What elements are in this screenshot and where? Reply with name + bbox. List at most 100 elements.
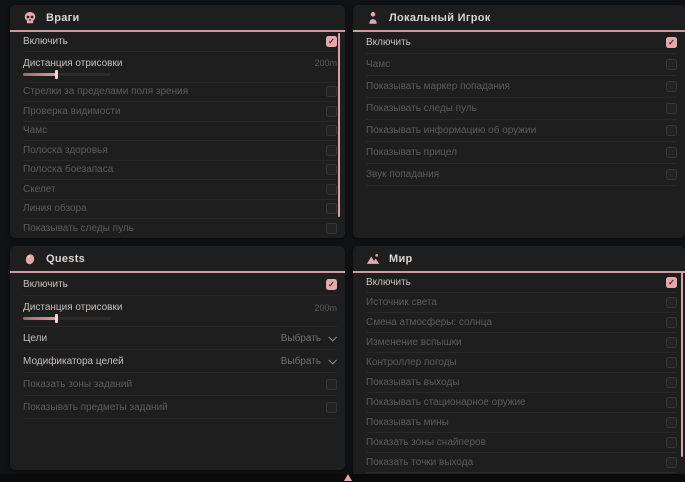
checkbox[interactable]: ✓ xyxy=(326,36,337,47)
panel-quests-header: Quests xyxy=(10,246,345,273)
scrollbar[interactable] xyxy=(681,272,684,457)
checkbox[interactable]: ✓ xyxy=(326,279,337,290)
checkbox[interactable] xyxy=(326,106,337,117)
checkbox[interactable] xyxy=(666,417,677,428)
slider-handle[interactable] xyxy=(55,70,58,79)
setting-row-toggle[interactable]: Полоска боезапаса xyxy=(23,161,337,181)
setting-label: Полоска боезапаса xyxy=(23,164,113,175)
setting-label: Дистанция отрисовки xyxy=(23,302,122,313)
settings-list: Включить ✓ Чамс Показывать маркер попадания… xyxy=(353,32,685,186)
panel-enemies: Враги Включить✓Дистанция отрисовки200m Ст… xyxy=(10,5,345,238)
setting-row-toggle[interactable]: Показать точки выхода xyxy=(366,453,677,473)
setting-row-toggle[interactable]: Линия обзора xyxy=(23,200,337,220)
setting-row-toggle[interactable]: Включить✓ xyxy=(23,32,337,52)
setting-row-toggle[interactable]: Показывать стационарное оружие xyxy=(366,393,677,413)
setting-row-toggle[interactable]: Звук попадания xyxy=(366,164,677,186)
setting-row-toggle[interactable]: Чамс xyxy=(23,122,337,142)
panel-local-player: Локальный Игрок Включить ✓ Чамс Показывать … xyxy=(353,5,685,238)
setting-row-toggle[interactable]: Проверка видимости xyxy=(23,102,337,122)
setting-row-toggle[interactable]: Показать зоны заданий xyxy=(23,373,337,396)
checkbox[interactable] xyxy=(666,457,677,468)
setting-row-toggle[interactable]: Показывать прицел xyxy=(366,142,677,164)
checkbox[interactable] xyxy=(666,317,677,328)
panel-title: Локальный Игрок xyxy=(389,12,491,24)
panel-title: Quests xyxy=(46,253,85,265)
chevron-down-icon xyxy=(328,356,336,364)
setting-row-toggle[interactable]: Включить✓ xyxy=(23,273,337,296)
slider-fill xyxy=(23,73,56,76)
setting-row-toggle[interactable]: Показывать выходы xyxy=(366,373,677,393)
setting-row-toggle[interactable]: Показывать предметы заданий xyxy=(23,396,337,419)
quest-icon xyxy=(23,252,37,266)
checkbox[interactable] xyxy=(326,164,337,175)
setting-row-slider[interactable]: Дистанция отрисовки200m xyxy=(23,296,337,327)
setting-row-toggle[interactable]: Стрелки за пределами поля зрения xyxy=(23,83,337,103)
checkbox[interactable] xyxy=(326,223,337,234)
checkbox[interactable] xyxy=(666,103,677,114)
slider[interactable] xyxy=(23,317,111,320)
setting-label: Чамс xyxy=(366,59,390,70)
slider-handle[interactable] xyxy=(55,314,58,323)
checkbox[interactable] xyxy=(666,147,677,158)
checkbox[interactable] xyxy=(666,81,677,92)
checkbox[interactable] xyxy=(666,297,677,308)
setting-row-toggle[interactable]: Показывать следы пуль xyxy=(366,98,677,120)
panel-world: Мир Включить✓Источник светаСмена атмосфе… xyxy=(353,246,685,482)
checkbox[interactable]: ✓ xyxy=(666,37,677,48)
setting-label: Показывать мины xyxy=(366,417,449,428)
panel-title: Враги xyxy=(46,12,80,24)
setting-label: Показывать прицел xyxy=(366,147,457,158)
checkbox[interactable] xyxy=(666,437,677,448)
setting-label: Включить xyxy=(366,277,411,288)
setting-row-dropdown[interactable]: Цели Выбрать xyxy=(23,327,337,350)
dropdown[interactable]: Выбрать xyxy=(281,333,337,344)
slider-fill xyxy=(23,317,56,320)
setting-label: Показывать предметы заданий xyxy=(23,402,168,413)
setting-row-toggle[interactable]: Показать зоны снайперов xyxy=(366,433,677,453)
setting-label: Показать зоны заданий xyxy=(23,379,132,390)
setting-row-toggle[interactable]: Показывать мины xyxy=(366,413,677,433)
setting-row-slider[interactable]: Дистанция отрисовки200m xyxy=(23,52,337,83)
checkbox[interactable] xyxy=(666,125,677,136)
checkbox[interactable] xyxy=(326,379,337,390)
setting-row-toggle[interactable]: Скелет xyxy=(23,180,337,200)
checkbox[interactable] xyxy=(666,169,677,180)
checkbox[interactable] xyxy=(666,337,677,348)
setting-row-dropdown[interactable]: Модификатора целейВыбрать xyxy=(23,350,337,373)
setting-label: Смена атмосферы: солнца xyxy=(366,317,492,328)
setting-row-toggle[interactable]: Показывать маркер попадания xyxy=(366,76,677,98)
mountain-icon xyxy=(366,252,380,266)
setting-label: Стрелки за пределами поля зрения xyxy=(23,86,188,97)
setting-label: Полоска здоровья xyxy=(23,145,108,156)
setting-label: Звук попадания xyxy=(366,169,439,180)
setting-row-toggle[interactable]: Смена атмосферы: солнца xyxy=(366,313,677,333)
checkbox[interactable]: ✓ xyxy=(666,277,677,288)
checkbox[interactable] xyxy=(326,402,337,413)
setting-row-toggle[interactable]: Включить ✓ xyxy=(366,273,677,293)
setting-row-toggle[interactable]: Включить ✓ xyxy=(366,32,677,54)
checkbox[interactable] xyxy=(326,203,337,214)
setting-label: Цели xyxy=(23,333,47,344)
setting-row-toggle[interactable]: Изменение вспышки xyxy=(366,333,677,353)
checkbox[interactable] xyxy=(666,397,677,408)
checkbox[interactable] xyxy=(326,86,337,97)
checkbox[interactable] xyxy=(326,125,337,136)
settings-list: Включить✓Дистанция отрисовки200m Цели Выбр… xyxy=(10,273,345,419)
checkbox[interactable] xyxy=(666,357,677,368)
setting-row-toggle[interactable]: Источник света xyxy=(366,293,677,313)
setting-label: Включить xyxy=(366,37,411,48)
setting-row-toggle[interactable]: Показывать информацию об оружии xyxy=(366,120,677,142)
setting-label: Проверка видимости xyxy=(23,106,121,117)
setting-row-toggle[interactable]: Контроллер погоды xyxy=(366,353,677,373)
slider[interactable] xyxy=(23,73,111,76)
setting-row-toggle[interactable]: Чамс xyxy=(366,54,677,76)
checkbox[interactable] xyxy=(666,59,677,70)
checkbox[interactable] xyxy=(326,184,337,195)
scrollbar[interactable] xyxy=(338,33,341,217)
checkbox[interactable] xyxy=(666,377,677,388)
setting-row-toggle[interactable]: Полоска здоровья xyxy=(23,141,337,161)
bottom-edge xyxy=(0,474,685,482)
checkbox[interactable] xyxy=(326,145,337,156)
setting-row-toggle[interactable]: Показывать следы пуль xyxy=(23,219,337,238)
dropdown[interactable]: Выбрать xyxy=(281,356,337,367)
